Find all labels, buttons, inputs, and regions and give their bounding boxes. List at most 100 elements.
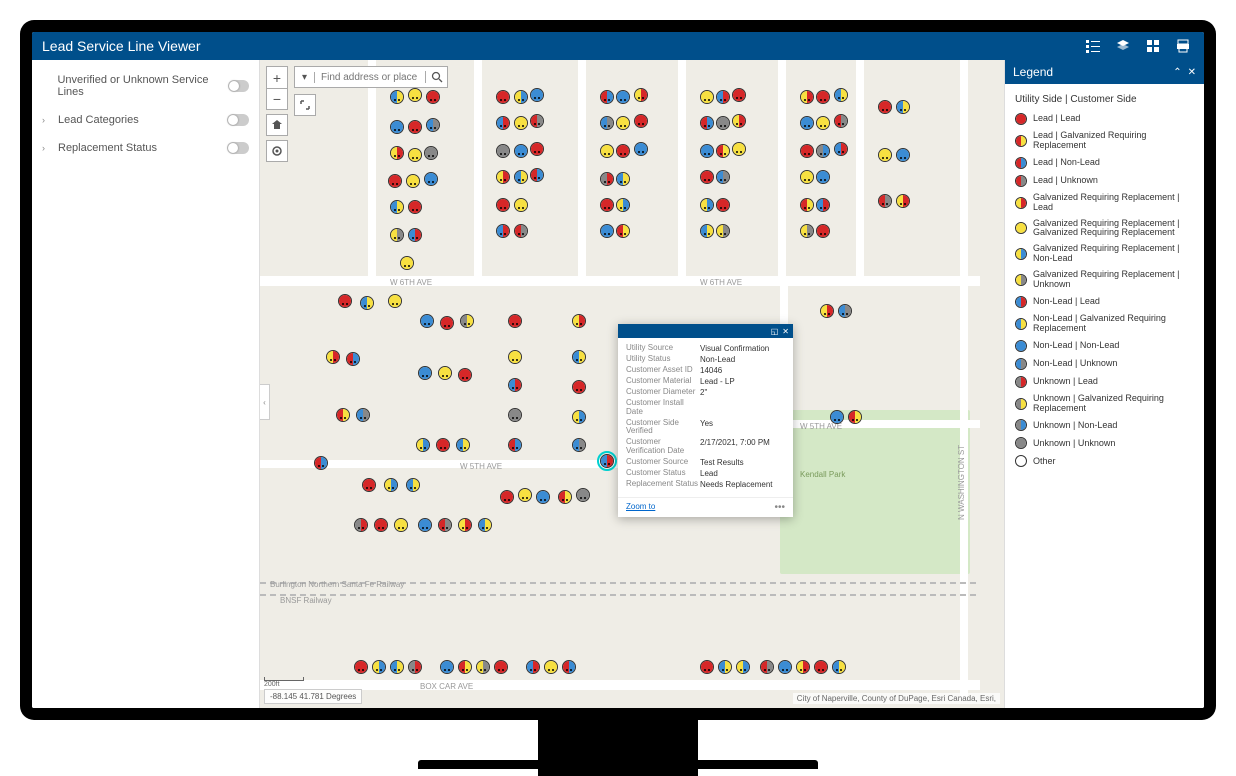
service-line-point[interactable] bbox=[832, 660, 846, 674]
service-line-point[interactable] bbox=[716, 170, 730, 184]
service-line-point[interactable] bbox=[494, 660, 508, 674]
service-line-point[interactable] bbox=[800, 144, 814, 158]
service-line-point[interactable] bbox=[896, 100, 910, 114]
layer-toggle[interactable] bbox=[227, 114, 249, 126]
service-line-point[interactable] bbox=[634, 142, 648, 156]
service-line-point[interactable] bbox=[616, 172, 630, 186]
service-line-point[interactable] bbox=[530, 88, 544, 102]
service-line-point[interactable] bbox=[838, 304, 852, 318]
service-line-point[interactable] bbox=[354, 518, 368, 532]
service-line-point[interactable] bbox=[500, 490, 514, 504]
popup-zoom-link[interactable]: Zoom to bbox=[626, 502, 655, 513]
service-line-point[interactable] bbox=[390, 146, 404, 160]
service-line-point[interactable] bbox=[374, 518, 388, 532]
service-line-point[interactable] bbox=[438, 366, 452, 380]
service-line-point[interactable] bbox=[336, 408, 350, 422]
service-line-point[interactable] bbox=[496, 170, 510, 184]
service-line-point[interactable] bbox=[700, 198, 714, 212]
service-line-point[interactable] bbox=[616, 116, 630, 130]
service-line-point[interactable] bbox=[408, 88, 422, 102]
service-line-point[interactable] bbox=[356, 408, 370, 422]
service-line-point[interactable] bbox=[796, 660, 810, 674]
service-line-point[interactable] bbox=[424, 146, 438, 160]
service-line-point[interactable] bbox=[834, 114, 848, 128]
service-line-point[interactable] bbox=[878, 148, 892, 162]
service-line-point[interactable] bbox=[572, 314, 586, 328]
service-line-point[interactable] bbox=[456, 438, 470, 452]
service-line-point[interactable] bbox=[406, 478, 420, 492]
service-line-point[interactable] bbox=[732, 142, 746, 156]
legend-close-icon[interactable]: ✕ bbox=[1188, 67, 1196, 78]
service-line-point[interactable] bbox=[436, 438, 450, 452]
service-line-point[interactable] bbox=[616, 224, 630, 238]
service-line-point[interactable] bbox=[562, 660, 576, 674]
service-line-point[interactable] bbox=[820, 304, 834, 318]
service-line-point[interactable] bbox=[360, 296, 374, 310]
service-line-point[interactable] bbox=[700, 224, 714, 238]
service-line-point[interactable] bbox=[408, 228, 422, 242]
search-button[interactable] bbox=[425, 71, 447, 83]
basemap-tool-icon[interactable] bbox=[1142, 35, 1164, 57]
service-line-point[interactable] bbox=[390, 660, 404, 674]
service-line-point[interactable] bbox=[634, 88, 648, 102]
legend-tool-icon[interactable] bbox=[1082, 35, 1104, 57]
service-line-point[interactable] bbox=[426, 90, 440, 104]
service-line-point[interactable] bbox=[514, 90, 528, 104]
service-line-point[interactable] bbox=[600, 224, 614, 238]
service-line-point[interactable] bbox=[816, 170, 830, 184]
service-line-point[interactable] bbox=[388, 174, 402, 188]
service-line-point[interactable] bbox=[496, 116, 510, 130]
service-line-point[interactable] bbox=[530, 114, 544, 128]
service-line-point[interactable] bbox=[778, 660, 792, 674]
search-input[interactable] bbox=[315, 72, 425, 83]
service-line-point[interactable] bbox=[496, 224, 510, 238]
service-line-point[interactable] bbox=[514, 144, 528, 158]
service-line-point[interactable] bbox=[372, 660, 386, 674]
service-line-point[interactable] bbox=[616, 144, 630, 158]
service-line-point[interactable] bbox=[508, 314, 522, 328]
service-line-point[interactable] bbox=[800, 170, 814, 184]
service-line-point[interactable] bbox=[736, 660, 750, 674]
service-line-point[interactable] bbox=[496, 198, 510, 212]
service-line-point[interactable] bbox=[458, 518, 472, 532]
service-line-point[interactable] bbox=[896, 194, 910, 208]
popup-actions-button[interactable]: ••• bbox=[774, 502, 785, 513]
service-line-point[interactable] bbox=[518, 488, 532, 502]
service-line-point[interactable] bbox=[362, 478, 376, 492]
service-line-point[interactable] bbox=[408, 200, 422, 214]
service-line-point[interactable] bbox=[408, 148, 422, 162]
service-line-point[interactable] bbox=[440, 316, 454, 330]
service-line-point[interactable] bbox=[424, 172, 438, 186]
service-line-point[interactable] bbox=[416, 438, 430, 452]
service-line-point[interactable] bbox=[460, 314, 474, 328]
service-line-point[interactable] bbox=[478, 518, 492, 532]
service-line-point[interactable] bbox=[458, 368, 472, 382]
service-line-point[interactable] bbox=[408, 120, 422, 134]
service-line-point[interactable] bbox=[878, 194, 892, 208]
service-line-point[interactable] bbox=[536, 490, 550, 504]
service-line-point[interactable] bbox=[716, 224, 730, 238]
service-line-point[interactable] bbox=[514, 170, 528, 184]
service-line-point[interactable] bbox=[816, 144, 830, 158]
locate-button[interactable] bbox=[266, 140, 288, 162]
service-line-point[interactable] bbox=[600, 144, 614, 158]
service-line-point[interactable] bbox=[388, 294, 402, 308]
service-line-point[interactable] bbox=[526, 660, 540, 674]
service-line-point[interactable] bbox=[716, 144, 730, 158]
service-line-point[interactable] bbox=[514, 224, 528, 238]
service-line-point[interactable] bbox=[572, 350, 586, 364]
service-line-point[interactable] bbox=[848, 410, 862, 424]
service-line-point[interactable] bbox=[508, 350, 522, 364]
service-line-point[interactable] bbox=[716, 90, 730, 104]
layer-row[interactable]: ›Lead Categories bbox=[32, 106, 259, 134]
service-line-point[interactable] bbox=[600, 172, 614, 186]
service-line-point[interactable] bbox=[508, 408, 522, 422]
service-line-point[interactable] bbox=[418, 518, 432, 532]
service-line-point[interactable] bbox=[830, 410, 844, 424]
zoom-in-button[interactable]: + bbox=[266, 66, 288, 88]
service-line-point[interactable] bbox=[716, 116, 730, 130]
service-line-point[interactable] bbox=[896, 148, 910, 162]
layer-row[interactable]: ›Replacement Status bbox=[32, 134, 259, 162]
panel-collapse-handle[interactable]: ‹ bbox=[260, 384, 270, 420]
service-line-point[interactable] bbox=[800, 224, 814, 238]
